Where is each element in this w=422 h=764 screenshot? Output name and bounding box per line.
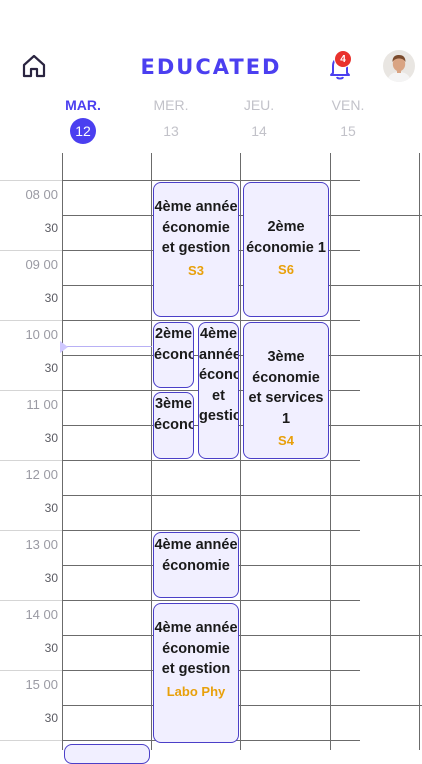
- day-name: MAR.: [65, 97, 101, 113]
- day-selector: MAR. 12 MER. 13 JEU. 14 VEN. 15: [0, 95, 422, 153]
- event-room: Labo Phy: [166, 683, 226, 699]
- app-header: EDUCATED 4: [0, 0, 422, 95]
- event-title: 2ème économie: [154, 326, 193, 363]
- event-card[interactable]: 4ème année économie et gestion S3: [153, 182, 239, 317]
- day-name: JEU.: [243, 97, 275, 113]
- event-room: S6: [278, 262, 294, 277]
- event-title: 3ème économie et services 1: [248, 349, 324, 427]
- hour-line: [0, 530, 360, 531]
- column-divider: [151, 153, 152, 750]
- day-number: 13: [163, 123, 179, 139]
- time-label: 30: [44, 711, 58, 725]
- half-hour-line: [62, 215, 422, 216]
- time-label: 15 00: [25, 677, 58, 692]
- event-title: 3ème économie: [154, 396, 193, 433]
- user-avatar[interactable]: [383, 50, 415, 82]
- current-time-indicator: [60, 341, 68, 353]
- event-card[interactable]: 3ème économie: [153, 392, 194, 459]
- day-friday[interactable]: VEN. 15: [313, 95, 383, 139]
- time-label: 30: [44, 431, 58, 445]
- day-name: VEN.: [331, 97, 365, 113]
- event-room: S3: [188, 262, 204, 278]
- day-number-selected: 12: [70, 118, 96, 144]
- timetable-grid[interactable]: 08 00 30 09 00 30 10 00 30 11 00 30 12 0…: [0, 153, 422, 764]
- time-label: 30: [44, 221, 58, 235]
- hour-line: [0, 460, 360, 461]
- event-title: 4ème année économie et gestion: [154, 199, 238, 256]
- event-title: 4ème année économie et gestion: [154, 620, 238, 677]
- time-label: 09 00: [25, 257, 58, 272]
- day-thursday[interactable]: JEU. 14: [224, 95, 294, 139]
- half-hour-line: [62, 565, 422, 566]
- day-wednesday[interactable]: MER. 13: [136, 95, 206, 139]
- column-divider: [62, 153, 63, 750]
- half-hour-line: [62, 355, 422, 356]
- half-hour-line: [62, 495, 422, 496]
- hour-line: [0, 180, 360, 181]
- event-card[interactable]: 4ème année économie et gestion Labo Phy: [153, 603, 239, 743]
- event-card-partial[interactable]: [64, 744, 150, 764]
- column-divider: [330, 153, 331, 750]
- event-card[interactable]: 3ème économie et services 1 S4: [243, 322, 329, 459]
- half-hour-line: [62, 285, 422, 286]
- event-card[interactable]: 4ème année économie: [153, 532, 239, 598]
- time-label: 13 00: [25, 537, 58, 552]
- notification-badge: 4: [334, 50, 352, 68]
- hour-line: [0, 600, 360, 601]
- day-number: 15: [340, 123, 356, 139]
- day-number: 14: [251, 123, 267, 139]
- event-card[interactable]: 2ème économie 1 S6: [243, 182, 329, 317]
- time-label: 30: [44, 501, 58, 515]
- time-label: 10 00: [25, 327, 58, 342]
- event-title: 4ème année économie: [154, 537, 238, 574]
- event-title: 2ème économie 1: [246, 219, 326, 256]
- current-time-line: [62, 346, 152, 347]
- time-label: 11 00: [26, 397, 58, 412]
- day-name: MER.: [153, 97, 189, 113]
- event-card[interactable]: 2ème économie: [153, 322, 194, 388]
- time-label: 30: [44, 641, 58, 655]
- day-tuesday[interactable]: MAR. 12: [48, 95, 118, 144]
- column-divider: [419, 153, 420, 750]
- event-card[interactable]: 4ème année économie et gestion: [198, 322, 239, 459]
- time-label: 14 00: [25, 607, 58, 622]
- column-divider: [240, 153, 241, 750]
- time-label: 30: [44, 571, 58, 585]
- half-hour-line: [62, 635, 422, 636]
- time-label: 12 00: [25, 467, 58, 482]
- hour-line: [0, 320, 360, 321]
- half-hour-line: [62, 425, 422, 426]
- time-label: 08 00: [25, 187, 58, 202]
- app-logo: EDUCATED: [140, 55, 282, 79]
- event-title: 4ème année économie et gestion: [199, 326, 239, 424]
- time-label: 30: [44, 291, 58, 305]
- event-room: S4: [278, 433, 294, 448]
- half-hour-line: [62, 705, 422, 706]
- time-label: 30: [44, 361, 58, 375]
